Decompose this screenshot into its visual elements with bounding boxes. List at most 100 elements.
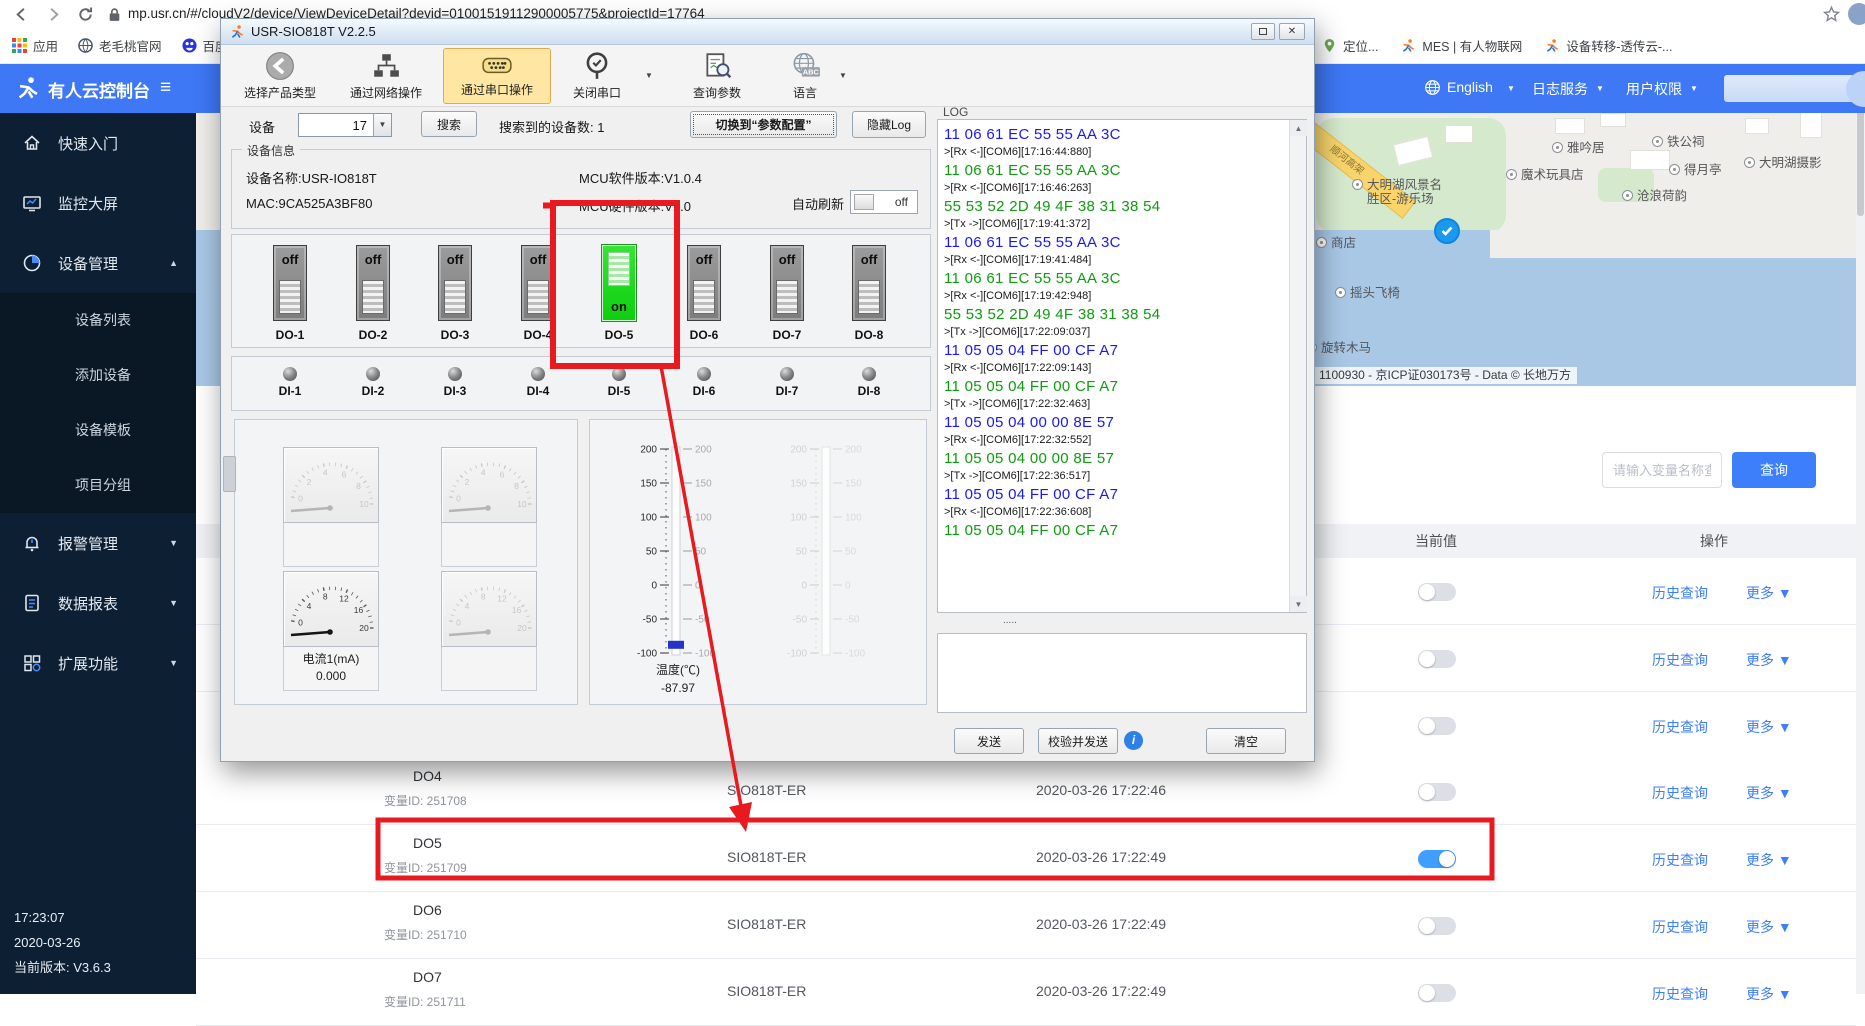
history-query-link[interactable]: 历史查询 <box>1652 650 1708 670</box>
map-building <box>1600 113 1626 127</box>
more-actions-link[interactable]: 更多 ▼ <box>1746 917 1792 937</box>
row-value-toggle[interactable] <box>1418 917 1456 935</box>
sidebar-subitem-项目分组[interactable]: 项目分组 <box>0 458 196 513</box>
search-device-button[interactable]: 搜索 <box>421 111 477 137</box>
chevron-down-icon[interactable]: ▼ <box>839 71 847 80</box>
history-query-link[interactable]: 历史查询 <box>1652 783 1708 803</box>
row-value-toggle[interactable] <box>1418 650 1456 668</box>
do-switch-DO-4[interactable]: off <box>521 245 555 321</box>
do-switch-DO-3[interactable]: off <box>438 245 472 321</box>
send-button[interactable]: 发送 <box>954 728 1024 754</box>
browser-reload-icon[interactable] <box>76 5 95 24</box>
switch-to-param-config-button[interactable]: 切换到“参数配置” <box>690 111 837 138</box>
browser-back-icon[interactable] <box>12 5 31 24</box>
svg-text:2: 2 <box>465 477 470 487</box>
grid-icon <box>22 653 42 673</box>
variable-search-input[interactable] <box>1602 452 1722 488</box>
browser-forward-icon[interactable] <box>44 5 63 24</box>
hamburger-menu-icon[interactable]: ≡ <box>160 77 172 99</box>
more-actions-link[interactable]: 更多 ▼ <box>1746 583 1792 603</box>
svg-text:4: 4 <box>465 601 470 611</box>
gauge-caption <box>441 523 537 567</box>
toolbar-button-label: 通过网络操作 <box>350 84 422 101</box>
sidebar-item-监控大屏[interactable]: 监控大屏 <box>0 173 196 233</box>
history-query-link[interactable]: 历史查询 <box>1652 717 1708 737</box>
sidebar-item-快速入门[interactable]: 快速入门 <box>0 113 196 173</box>
bookmark-label: MES | 有人物联网 <box>1422 36 1522 55</box>
log-list[interactable]: 11 06 61 EC 55 55 AA 3C>[Rx <-][COM6][17… <box>937 119 1307 613</box>
scroll-down-icon[interactable]: ▼ <box>1290 596 1307 612</box>
map-park-area <box>1316 118 1506 233</box>
sidebar-item-扩展功能[interactable]: 扩展功能▼ <box>0 633 196 693</box>
bookmark-star-icon[interactable] <box>1822 5 1841 24</box>
row-variable-id: 变量ID: 251709 <box>384 859 467 876</box>
hide-log-button[interactable]: 隐藏Log <box>852 111 926 138</box>
do-switch-DO-8[interactable]: off <box>852 245 886 321</box>
log-scrollbar-thumb[interactable] <box>223 456 236 492</box>
sidebar-item-报警管理[interactable]: 报警管理▼ <box>0 513 196 573</box>
bookmark-item[interactable]: 定位... <box>1322 36 1378 55</box>
sidebar-item-数据报表[interactable]: 数据报表▼ <box>0 573 196 633</box>
history-query-link[interactable]: 历史查询 <box>1652 917 1708 937</box>
info-icon[interactable]: i <box>1124 731 1143 750</box>
doc-search-icon <box>702 51 732 81</box>
sidebar-subitem-设备列表[interactable]: 设备列表 <box>0 293 196 348</box>
map-marker[interactable] <box>1434 218 1460 244</box>
toolbar-button-查询参数[interactable]: 查询参数 <box>673 48 761 104</box>
log-send-input[interactable] <box>937 633 1307 713</box>
chevron-down-icon[interactable]: ▼ <box>645 71 653 80</box>
browser-profile-avatar[interactable] <box>1848 3 1865 25</box>
bookmark-item[interactable]: 应用 <box>12 36 58 55</box>
toolbar-button-关闭串口[interactable]: 关闭串口 <box>555 48 639 104</box>
history-query-link[interactable]: 历史查询 <box>1652 583 1708 603</box>
more-actions-link[interactable]: 更多 ▼ <box>1746 717 1792 737</box>
history-query-link[interactable]: 历史查询 <box>1652 850 1708 870</box>
do-switch-DO-6[interactable]: off <box>687 245 721 321</box>
window-minimize-button[interactable] <box>1251 23 1275 40</box>
sidebar-item-设备管理[interactable]: 设备管理▲ <box>0 233 196 293</box>
more-actions-link[interactable]: 更多 ▼ <box>1746 850 1792 870</box>
auto-refresh-toggle[interactable]: off <box>850 190 918 214</box>
scroll-up-icon[interactable]: ▲ <box>1290 120 1307 136</box>
gauge-dial: 048121620 <box>283 571 379 647</box>
language-selector[interactable]: English <box>1447 79 1493 95</box>
bookmark-item[interactable]: MES | 有人物联网 <box>1400 36 1522 55</box>
device-label: 设备 <box>249 117 275 136</box>
toolbar-button-语言[interactable]: ABC语言 <box>777 48 833 104</box>
clear-log-button[interactable]: 清空 <box>1206 728 1286 754</box>
toolbar-button-通过网络操作[interactable]: 通过网络操作 <box>333 48 439 104</box>
sidebar-subitem-设备模板[interactable]: 设备模板 <box>0 403 196 458</box>
more-actions-link[interactable]: 更多 ▼ <box>1746 650 1792 670</box>
menu-log-service[interactable]: 日志服务 <box>1532 79 1588 99</box>
window-titlebar[interactable]: USR-SIO818T V2.2.5 <box>221 19 1314 45</box>
do-switch-DO-7[interactable]: off <box>770 245 804 321</box>
more-actions-link[interactable]: 更多 ▼ <box>1746 984 1792 1004</box>
toolbar-button-选择产品类型[interactable]: 选择产品类型 <box>231 48 329 104</box>
log-scrollbar[interactable]: ▲ ▼ <box>1289 120 1306 612</box>
row-value-toggle[interactable] <box>1418 984 1456 1002</box>
svg-text:100: 100 <box>695 513 712 524</box>
do-switch-DO-1[interactable]: off <box>273 245 307 321</box>
bookmark-item[interactable]: 老毛桃官网 <box>78 36 162 55</box>
combobox-dropdown-icon[interactable]: ▼ <box>373 114 391 136</box>
toolbar-button-label: 语言 <box>793 84 817 101</box>
row-value-toggle[interactable] <box>1418 583 1456 601</box>
device-number-combobox[interactable]: 17 ▼ <box>298 113 392 137</box>
row-value-toggle[interactable] <box>1418 717 1456 735</box>
toolbar-button-通过串口操作[interactable]: 通过串口操作 <box>443 48 551 104</box>
history-query-link[interactable]: 历史查询 <box>1652 984 1708 1004</box>
svg-text:20: 20 <box>517 623 527 633</box>
send-with-checksum-button[interactable]: 校验并发送 <box>1038 728 1118 754</box>
row-value-toggle[interactable] <box>1418 783 1456 801</box>
sidebar-date: 2020-03-26 <box>14 930 111 955</box>
menu-user-permission[interactable]: 用户权限 <box>1626 79 1682 99</box>
sidebar-subitem-添加设备[interactable]: 添加设备 <box>0 348 196 403</box>
row-value-toggle[interactable] <box>1418 850 1456 868</box>
do-switch-DO-2[interactable]: off <box>356 245 390 321</box>
bookmark-item[interactable]: 设备转移-透传云-... <box>1544 36 1672 55</box>
more-actions-link[interactable]: 更多 ▼ <box>1746 783 1792 803</box>
gauge-value: 0.000 <box>284 668 378 685</box>
do-switch-DO-5[interactable]: on <box>602 245 636 321</box>
query-button[interactable]: 查询 <box>1732 452 1816 488</box>
window-close-button[interactable]: ✕ <box>1279 23 1305 40</box>
